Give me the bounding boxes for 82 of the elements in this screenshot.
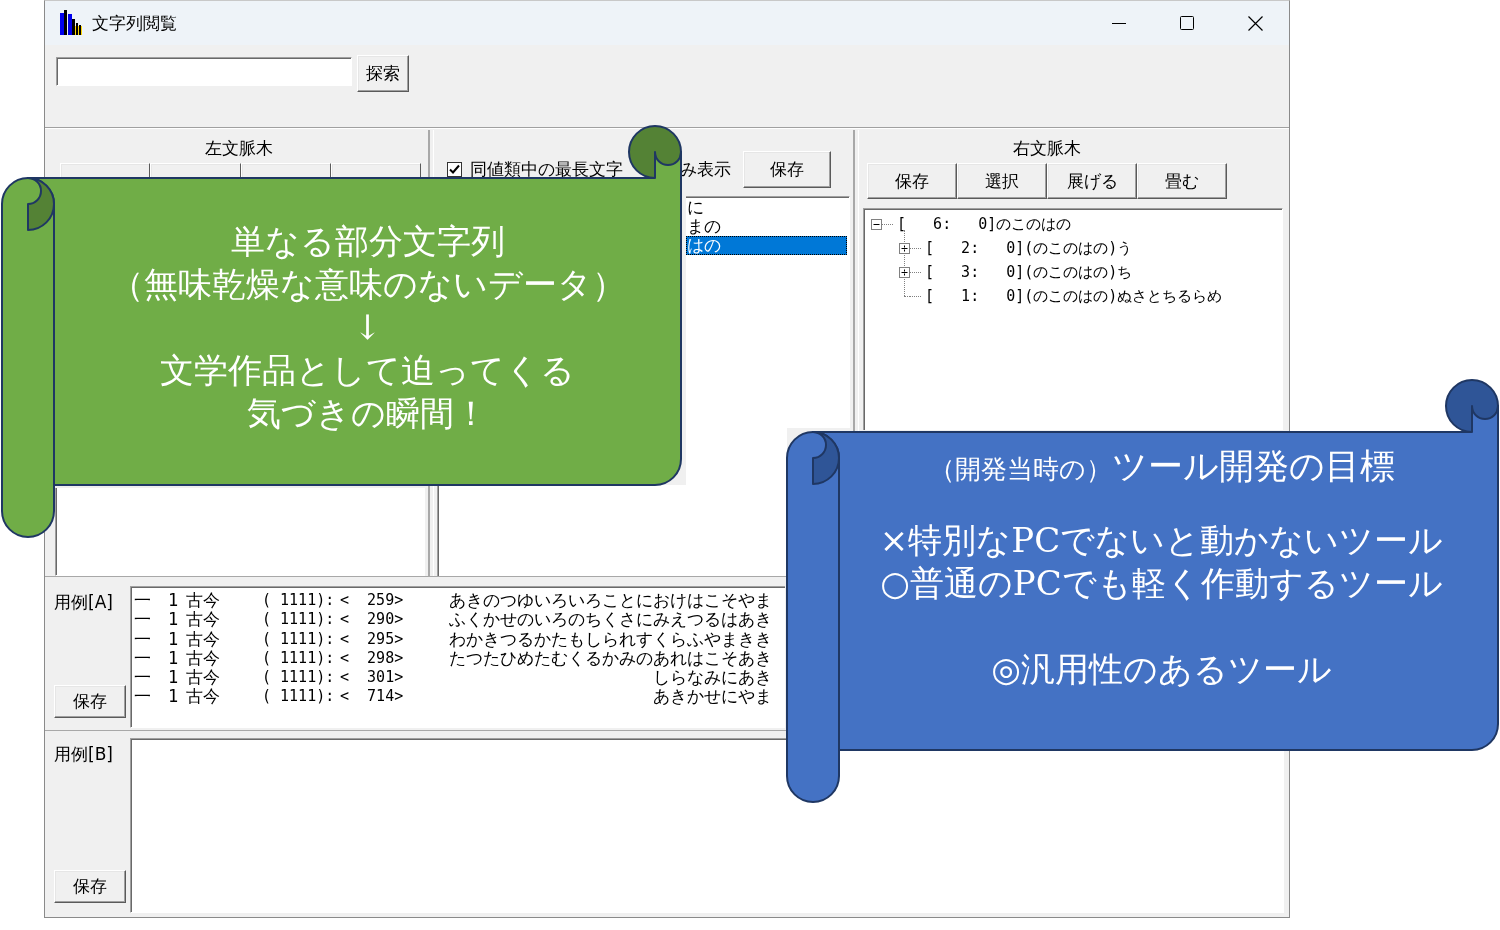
panel-title: 右文脈木 bbox=[1012, 137, 1082, 160]
tree-node[interactable]: [ 3: 0](のこのはの)ち bbox=[925, 262, 1133, 282]
callout-text: 気づきの瞬間！ bbox=[247, 392, 488, 435]
window-title: 文字列閲覧 bbox=[92, 11, 177, 35]
table-cell-text: 1 bbox=[168, 687, 180, 707]
table-cell-text: 一 bbox=[134, 687, 152, 707]
search-button[interactable]: 探索 bbox=[357, 55, 409, 92]
panel-title: 左文脈木 bbox=[204, 137, 274, 160]
table-cell-text: あきかせにやま bbox=[652, 687, 772, 707]
table-cell-text: 古今 bbox=[186, 629, 221, 649]
collapse-icon[interactable] bbox=[871, 218, 882, 230]
app-icon bbox=[60, 10, 82, 36]
table-cell-text: 1 bbox=[168, 629, 180, 649]
table-cell-text: ( 1111): bbox=[262, 610, 336, 630]
minimize-icon bbox=[1112, 22, 1126, 24]
search-field[interactable] bbox=[56, 57, 352, 86]
toolbar-button[interactable]: 展げる bbox=[1047, 163, 1137, 199]
table-cell-text: ふくかせのいろのちくさにみえつるはあき bbox=[448, 610, 772, 630]
callout-text: ↓ bbox=[353, 306, 382, 349]
tree-node[interactable]: [ 6: 0]のこのはの bbox=[897, 214, 1072, 234]
table-cell-text: 一 bbox=[134, 648, 152, 669]
maximize-icon bbox=[1180, 16, 1194, 30]
callout-text: 単なる部分文字列 bbox=[230, 220, 505, 263]
table-cell-text: 一 bbox=[134, 591, 152, 611]
tree-view[interactable]: [ 6: 0]のこのはの [ 2: 0](のこのはの)う [ 3: 0](のこのはの)ち [ 1: 0](のこのはの)ぬさとちるらめ bbox=[863, 208, 1283, 430]
table-cell-text: ( 1111): bbox=[262, 629, 336, 649]
table-cell-text: ( 1111): bbox=[262, 591, 336, 611]
toolbar-button[interactable]: 畳む bbox=[1137, 163, 1227, 199]
table-cell-text: ( 1111): bbox=[262, 668, 336, 688]
section-label: 用例[B] bbox=[54, 743, 113, 766]
table-cell-text: < 714> bbox=[340, 687, 405, 707]
tree-toolbar-button[interactable] bbox=[240, 163, 331, 177]
table-cell-text: 古今 bbox=[186, 668, 221, 688]
table-cell-text: たつたひめたむくるかみのあれはこそあき bbox=[448, 648, 772, 669]
callout-text: ○普通のPCでも軽く作動するツール bbox=[880, 562, 1443, 605]
callout-text: ×特別なPCでないと動かないツール bbox=[879, 519, 1444, 562]
table-cell-text: 古今 bbox=[186, 610, 221, 630]
callout-text: 文学作品として迫ってくる bbox=[160, 349, 575, 392]
list-item[interactable]: まの bbox=[686, 217, 847, 236]
tree-node[interactable]: [ 1: 0](のこのはの)ぬさとちるらめ bbox=[925, 286, 1223, 306]
table-cell-text: 1 bbox=[168, 610, 180, 630]
table-cell-text: わかきつるかたもしられすくらふやまきき bbox=[448, 629, 772, 649]
save-button[interactable]: 保存 bbox=[743, 151, 831, 188]
table-cell-text: < 259> bbox=[340, 591, 405, 611]
table-cell-text: 古今 bbox=[186, 687, 221, 707]
table-cell-text: 1 bbox=[168, 591, 180, 611]
expand-icon[interactable] bbox=[899, 266, 910, 278]
callout-text: （無味乾燥な意味のないデータ） bbox=[109, 263, 626, 306]
table-cell-text: 一 bbox=[134, 629, 152, 649]
example-list[interactable] bbox=[130, 586, 785, 728]
callout-heading: ツール開発の目標 bbox=[1111, 445, 1395, 488]
table-cell-text: ( 1111): bbox=[262, 687, 336, 707]
table-cell-text: 1 bbox=[168, 668, 180, 688]
table-cell-text: あきのつゆいろいろことにおけはこそやま bbox=[448, 591, 772, 611]
table-cell-text: < 290> bbox=[340, 610, 405, 630]
table-cell-text: しらなみにあき bbox=[652, 668, 772, 688]
table-cell-text: < 298> bbox=[340, 648, 405, 669]
toolbar-button[interactable]: 保存 bbox=[867, 163, 957, 199]
checkbox-label[interactable]: 同値類中の最長文字 bbox=[470, 158, 630, 181]
save-button[interactable]: 保存 bbox=[54, 870, 126, 903]
tree-node[interactable]: [ 2: 0](のこのはの)う bbox=[925, 238, 1133, 258]
table-cell-text: 古今 bbox=[186, 591, 221, 611]
tree-toolbar-button[interactable] bbox=[330, 163, 421, 177]
table-cell-text: ( 1111): bbox=[262, 648, 336, 669]
table-cell-text: 古今 bbox=[186, 648, 221, 669]
heading-note: （開発当時の） bbox=[928, 453, 1112, 486]
list-item[interactable]: に bbox=[686, 198, 847, 217]
toolbar-button[interactable]: 選択 bbox=[957, 163, 1047, 199]
save-button[interactable]: 保存 bbox=[54, 685, 126, 718]
expand-icon[interactable] bbox=[899, 242, 910, 254]
table-cell-text: < 295> bbox=[340, 629, 405, 649]
checkbox[interactable] bbox=[447, 162, 462, 177]
section-label: 用例[A] bbox=[54, 591, 113, 614]
list-item[interactable]: はの bbox=[686, 236, 847, 255]
string-list[interactable]: に まの はの bbox=[686, 196, 850, 428]
close-icon bbox=[1247, 15, 1263, 31]
table-cell-text: 一 bbox=[134, 668, 152, 688]
callout-conclusion: ◎汎用性のあるツール bbox=[991, 648, 1332, 691]
table-cell-text: < 301> bbox=[340, 668, 405, 688]
table-cell-text: 1 bbox=[168, 648, 180, 669]
check-icon bbox=[449, 164, 460, 175]
table-cell-text: 一 bbox=[134, 610, 152, 630]
